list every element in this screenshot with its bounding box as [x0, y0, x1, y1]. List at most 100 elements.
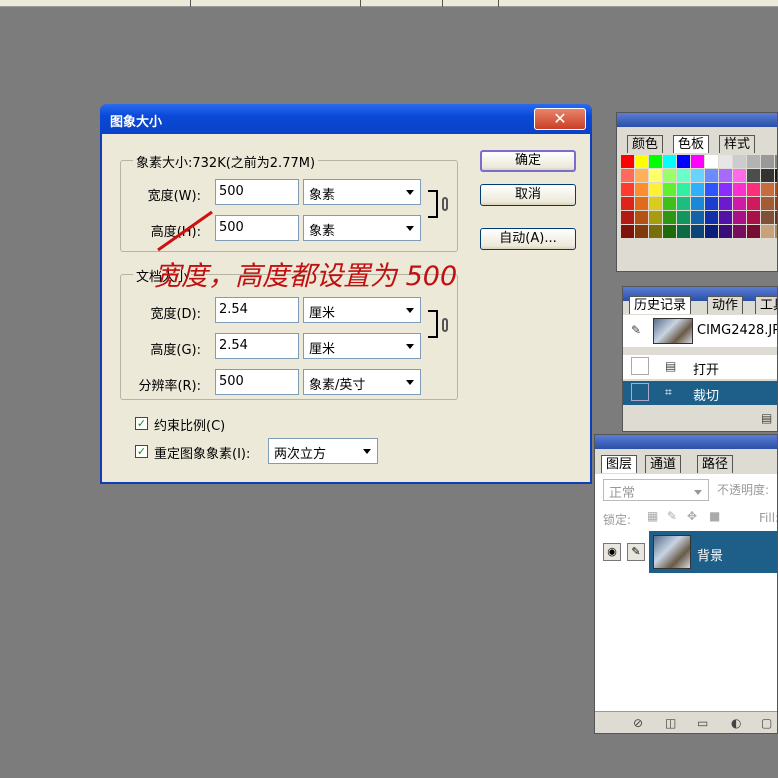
color-swatch[interactable] [705, 225, 718, 238]
color-swatch[interactable] [621, 197, 634, 210]
color-swatch[interactable] [747, 169, 760, 182]
history-item-selected[interactable]: ⌗ 裁切 [623, 381, 777, 405]
color-swatch[interactable] [691, 183, 704, 196]
color-swatch[interactable] [761, 211, 774, 224]
color-swatch[interactable] [705, 183, 718, 196]
color-swatch[interactable] [719, 211, 732, 224]
pixel-width-unit-select[interactable]: 象素 [303, 179, 421, 205]
history-snapshot-row[interactable]: ✎ CIMG2428.JPG [623, 315, 777, 347]
doc-width-unit-select[interactable]: 厘米 [303, 297, 421, 323]
color-swatch[interactable] [733, 155, 746, 168]
cancel-button[interactable]: 取消 [480, 184, 576, 206]
color-swatch[interactable] [635, 211, 648, 224]
color-swatch[interactable] [649, 211, 662, 224]
color-swatch[interactable] [635, 155, 648, 168]
tab-swatches[interactable]: 色板 [673, 135, 710, 153]
color-swatch[interactable] [635, 169, 648, 182]
blend-mode-select[interactable]: 正常 [603, 479, 709, 501]
color-swatch[interactable] [719, 225, 732, 238]
color-swatch[interactable] [719, 197, 732, 210]
ok-button[interactable]: 确定 [480, 150, 576, 172]
color-swatch[interactable] [747, 183, 760, 196]
color-swatch[interactable] [663, 197, 676, 210]
pixel-width-input[interactable]: 500 [215, 179, 299, 205]
eye-icon[interactable]: ◉ [603, 543, 621, 561]
color-swatch[interactable] [635, 197, 648, 210]
color-swatch[interactable] [649, 225, 662, 238]
color-swatch[interactable] [733, 211, 746, 224]
lock-paint-icon[interactable]: ✎ [667, 509, 677, 523]
color-swatch[interactable] [649, 155, 662, 168]
color-swatch[interactable] [621, 183, 634, 196]
color-swatch[interactable] [677, 225, 690, 238]
color-swatch[interactable] [621, 169, 634, 182]
resolution-input[interactable]: 500 [215, 369, 299, 395]
history-menu-icon[interactable]: ▤ [761, 411, 772, 425]
color-swatch[interactable] [761, 225, 774, 238]
doc-width-input[interactable]: 2.54 [215, 297, 299, 323]
color-swatch[interactable] [733, 169, 746, 182]
color-swatch[interactable] [733, 197, 746, 210]
color-swatch[interactable] [663, 211, 676, 224]
color-swatch[interactable] [733, 225, 746, 238]
lock-all-icon[interactable]: ■ [709, 509, 720, 523]
color-swatch[interactable] [635, 183, 648, 196]
lock-transparency-icon[interactable]: ▦ [647, 509, 658, 523]
new-layer-icon[interactable]: ▢ [761, 716, 772, 730]
color-swatch[interactable] [747, 225, 760, 238]
color-swatch[interactable] [677, 197, 690, 210]
color-swatch[interactable] [705, 197, 718, 210]
color-swatch[interactable] [705, 211, 718, 224]
resample-method-select[interactable]: 两次立方 [268, 438, 378, 464]
color-swatch[interactable] [677, 155, 690, 168]
panel-titlebar[interactable] [617, 113, 777, 127]
color-swatch[interactable] [705, 169, 718, 182]
color-swatch[interactable] [691, 155, 704, 168]
resample-checkbox[interactable]: ✓ [135, 445, 148, 458]
color-swatch[interactable] [705, 155, 718, 168]
adjustment-layer-icon[interactable]: ◐ [731, 716, 741, 730]
new-group-icon[interactable]: ▭ [697, 716, 708, 730]
pixel-height-unit-select[interactable]: 象素 [303, 215, 421, 241]
color-swatch[interactable] [761, 155, 774, 168]
color-swatch[interactable] [663, 225, 676, 238]
pixel-height-input[interactable]: 500 [215, 215, 299, 241]
resolution-unit-select[interactable]: 象素/英寸 [303, 369, 421, 395]
color-swatch[interactable] [761, 169, 774, 182]
color-swatch[interactable] [747, 211, 760, 224]
color-swatch[interactable] [635, 225, 648, 238]
color-swatch[interactable] [719, 183, 732, 196]
color-swatch[interactable] [747, 197, 760, 210]
color-swatch[interactable] [691, 197, 704, 210]
link-layers-icon[interactable]: ⊘ [633, 716, 643, 730]
tab-tools[interactable]: 工具 [755, 296, 777, 314]
color-swatch[interactable] [649, 197, 662, 210]
constrain-checkbox[interactable]: ✓ [135, 417, 148, 430]
color-swatch[interactable] [677, 211, 690, 224]
color-swatch[interactable] [649, 183, 662, 196]
color-swatch[interactable] [663, 155, 676, 168]
color-swatch[interactable] [761, 197, 774, 210]
tab-styles[interactable]: 样式 [719, 135, 756, 153]
color-swatch[interactable] [719, 169, 732, 182]
close-button[interactable]: ✕ [534, 108, 586, 130]
doc-height-unit-select[interactable]: 厘米 [303, 333, 421, 359]
color-swatch[interactable] [691, 225, 704, 238]
color-swatch[interactable] [733, 183, 746, 196]
color-swatch[interactable] [677, 183, 690, 196]
color-swatch[interactable] [691, 211, 704, 224]
dialog-titlebar[interactable]: 图象大小 ✕ [100, 104, 592, 134]
color-swatch[interactable] [663, 169, 676, 182]
tab-history[interactable]: 历史记录 [629, 296, 692, 314]
brush-icon[interactable]: ✎ [627, 543, 645, 561]
color-swatch[interactable] [677, 169, 690, 182]
tab-paths[interactable]: 路径 [697, 455, 734, 473]
color-swatch[interactable] [621, 211, 634, 224]
color-swatch[interactable] [719, 155, 732, 168]
add-mask-icon[interactable]: ◫ [665, 716, 676, 730]
tab-channels[interactable]: 通道 [645, 455, 682, 473]
lock-move-icon[interactable]: ✥ [687, 509, 697, 523]
tab-layers[interactable]: 图层 [601, 455, 638, 473]
color-swatch[interactable] [747, 155, 760, 168]
color-swatch[interactable] [649, 169, 662, 182]
